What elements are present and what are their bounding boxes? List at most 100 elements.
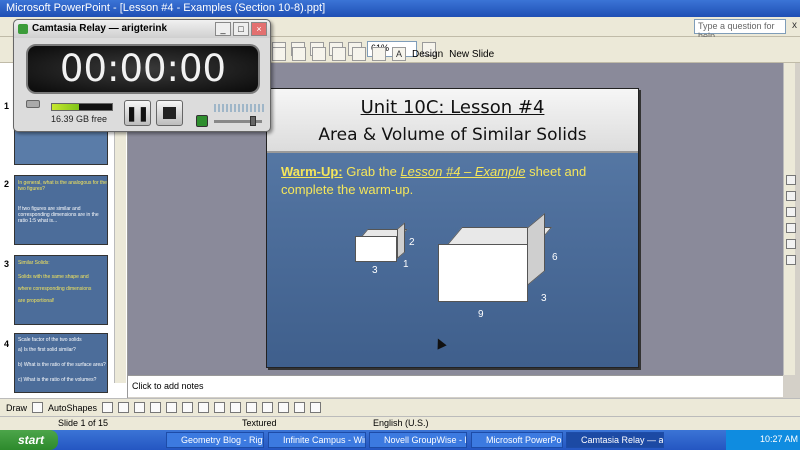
right-tools	[786, 175, 796, 265]
thumb-text: c) What is the ratio of the volumes?	[18, 377, 97, 383]
status-slide-count: Slide 1 of 15	[58, 418, 109, 428]
large-box-height: 6	[552, 252, 558, 263]
thumb-text: a) Is the first solid similar?	[18, 347, 76, 353]
rectangle-icon[interactable]	[134, 402, 146, 413]
close-icon[interactable]: ×	[251, 22, 267, 36]
arrow-icon[interactable]	[118, 402, 130, 413]
microphone-icon[interactable]	[196, 115, 208, 127]
warmup-pre: Grab the	[342, 164, 401, 179]
disk-icon	[26, 100, 40, 108]
recording-timer: 00:00:00	[26, 44, 260, 94]
shadow-icon[interactable]	[294, 402, 306, 413]
subscript-icon[interactable]	[312, 47, 326, 61]
thumb-text: Scale factor of the two solids	[18, 337, 82, 343]
large-box-front	[438, 244, 528, 302]
disk-free-text: 16.39 GB free	[51, 114, 108, 124]
autoshapes-menu[interactable]: AutoShapes	[48, 403, 97, 413]
camtasia-logo-icon	[18, 24, 28, 34]
system-tray-clock: 10:27 AM	[726, 430, 800, 450]
mic-volume-slider[interactable]	[214, 116, 262, 126]
fill-color-icon[interactable]	[230, 402, 242, 413]
tool-icon[interactable]	[786, 255, 796, 265]
disk-usage-bar	[51, 103, 113, 111]
taskbar-item[interactable]: Geometry Blog - Rigt...	[166, 432, 264, 448]
thumb-text: b) What is the ratio of the surface area…	[18, 362, 106, 368]
clipart-icon[interactable]	[198, 402, 210, 413]
drawing-toolbar: Draw AutoShapes	[0, 398, 800, 416]
indent-icon[interactable]	[372, 47, 386, 61]
current-slide[interactable]: Unit 10C: Lesson #4 Area & Volume of Sim…	[266, 88, 639, 368]
maximize-icon[interactable]: □	[233, 22, 249, 36]
small-box-front	[355, 236, 397, 262]
help-search-input[interactable]: Type a question for help	[694, 19, 786, 41]
taskbar-item[interactable]: Microsoft PowerPoint ...	[471, 432, 563, 448]
draw-menu[interactable]: Draw	[6, 403, 27, 413]
font-color-icon[interactable]: A	[392, 47, 406, 61]
status-bar: Slide 1 of 15 Textured English (U.S.)	[0, 416, 800, 430]
warmup-text[interactable]: Warm-Up: Grab the Lesson #4 – Example sh…	[281, 163, 631, 199]
align-left-icon[interactable]	[272, 47, 286, 61]
thumb-text: If two figures are similar and correspon…	[18, 206, 99, 224]
thumb-text: Similar Solids:	[18, 260, 50, 266]
mic-volume-knob[interactable]	[249, 116, 256, 126]
close-doc-icon[interactable]: x	[792, 20, 797, 31]
start-button[interactable]: start	[0, 430, 58, 450]
camtasia-title: Camtasia Relay — arigterink	[32, 23, 168, 34]
slide-number: 4	[4, 339, 10, 349]
slide-number: 3	[4, 259, 10, 269]
mic-level-meter	[214, 104, 264, 112]
taskbar-item[interactable]: Infinite Campus - Win...	[268, 432, 366, 448]
small-box-width: 3	[372, 265, 378, 276]
taskbar-item[interactable]: Novell GroupWise - M...	[369, 432, 467, 448]
picture-icon[interactable]	[214, 402, 226, 413]
line-color-icon[interactable]	[246, 402, 258, 413]
notes-pane[interactable]: Click to add notes	[128, 375, 783, 397]
slide-thumbnail-4[interactable]: Scale factor of the two solids a) Is the…	[14, 333, 108, 393]
slide-number: 2	[4, 179, 10, 189]
warmup-sheet-name: Lesson #4 – Example	[400, 164, 526, 179]
small-box-depth: 1	[403, 259, 409, 270]
pause-button[interactable]: ❚❚	[124, 100, 151, 126]
bold-icon[interactable]	[292, 47, 306, 61]
tool-icon[interactable]	[786, 175, 796, 185]
status-design: Textured	[242, 418, 277, 428]
window-title: Microsoft PowerPoint - [Lesson #4 - Exam…	[6, 2, 326, 14]
tool-icon[interactable]	[786, 207, 796, 217]
minimize-icon[interactable]: _	[215, 22, 231, 36]
small-box-side	[397, 222, 405, 259]
stop-button[interactable]	[156, 100, 183, 126]
wordart-icon[interactable]	[182, 402, 194, 413]
oval-icon[interactable]	[150, 402, 162, 413]
status-language: English (U.S.)	[373, 418, 429, 428]
3d-icon[interactable]	[310, 402, 322, 413]
windows-taskbar: start Geometry Blog - Rigt... Infinite C…	[0, 430, 800, 450]
slide-number: 1	[4, 101, 10, 111]
line-icon[interactable]	[102, 402, 114, 413]
line-style-icon[interactable]	[278, 402, 290, 413]
small-box-height: 2	[409, 237, 415, 248]
warmup-label: Warm-Up:	[281, 164, 343, 179]
tool-icon[interactable]	[786, 191, 796, 201]
new-slide-button[interactable]: New Slide	[449, 49, 494, 60]
font-color-icon[interactable]	[262, 402, 274, 413]
slide-title[interactable]: Unit 10C: Lesson #4	[267, 97, 638, 118]
large-box-side	[527, 212, 545, 286]
disk-usage-fill	[52, 104, 79, 110]
thumb-text: where corresponding dimensions	[18, 286, 92, 292]
tool-icon[interactable]	[786, 223, 796, 233]
bullets-icon[interactable]	[352, 47, 366, 61]
tool-icon[interactable]	[786, 239, 796, 249]
textbox-icon[interactable]	[166, 402, 178, 413]
design-button[interactable]: Design	[412, 49, 443, 60]
slide-subtitle[interactable]: Area & Volume of Similar Solids	[267, 125, 638, 145]
thumb-text: Solids with the same shape and	[18, 274, 89, 280]
superscript-icon[interactable]	[332, 47, 346, 61]
slide-thumbnail-3[interactable]: Similar Solids: Solids with the same sha…	[14, 255, 108, 325]
thumb-text: In general, what is the analogous for th…	[18, 180, 107, 192]
taskbar-item-active[interactable]: Camtasia Relay — ari...	[566, 432, 664, 448]
select-icon[interactable]	[32, 402, 44, 413]
large-box-depth: 3	[541, 293, 547, 304]
slide-header-band: Unit 10C: Lesson #4 Area & Volume of Sim…	[267, 89, 638, 153]
slide-thumbnail-2[interactable]: In general, what is the analogous for th…	[14, 175, 108, 245]
large-box-width: 9	[478, 309, 484, 320]
